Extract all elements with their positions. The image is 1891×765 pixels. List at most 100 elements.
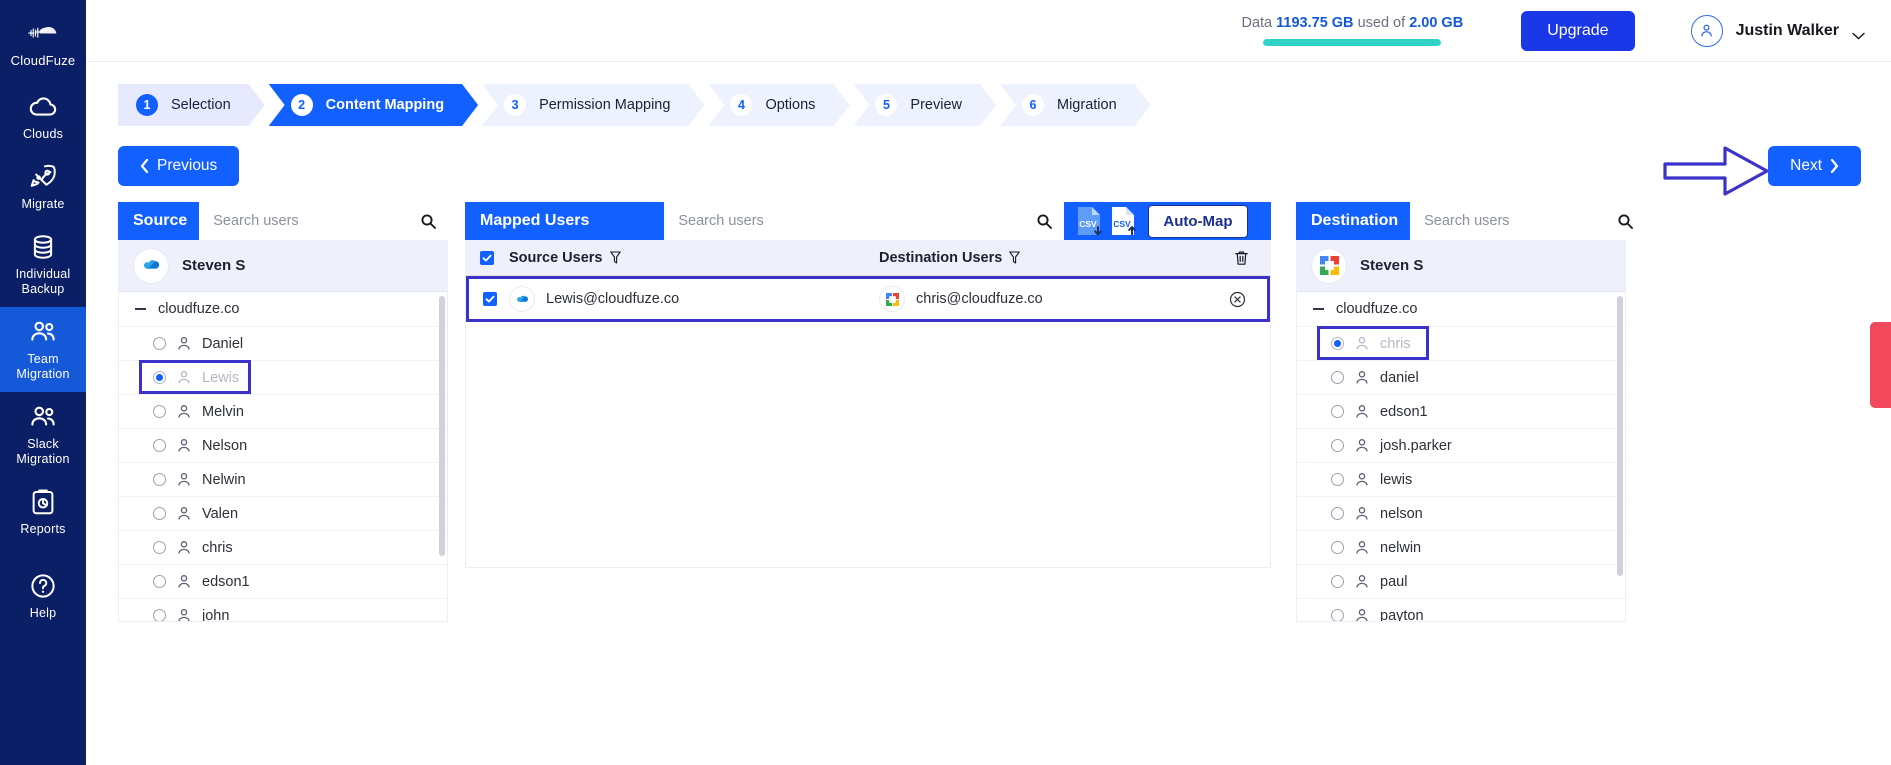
step-permission-mapping[interactable]: 3 Permission Mapping xyxy=(482,84,704,126)
radio-button[interactable] xyxy=(1331,337,1344,350)
destination-scrollbar[interactable] xyxy=(1617,296,1623,576)
source-user-row-john[interactable]: john xyxy=(119,598,447,621)
destination-user-row-chris[interactable]: chris xyxy=(1297,326,1625,360)
search-icon[interactable] xyxy=(420,213,436,229)
destination-user-row-paul[interactable]: paul xyxy=(1297,564,1625,598)
select-all-checkbox[interactable] xyxy=(480,250,494,265)
source-search-input[interactable] xyxy=(213,213,414,229)
radio-button[interactable] xyxy=(1331,405,1344,418)
destination-user-row-nelson[interactable]: nelson xyxy=(1297,496,1625,530)
radio-button[interactable] xyxy=(1331,507,1344,520)
source-tree-root[interactable]: cloudfuze.co xyxy=(119,292,447,326)
destination-user-row-edson1[interactable]: edson1 xyxy=(1297,394,1625,428)
sidebar-item-migrate[interactable]: Migrate xyxy=(0,152,86,222)
step-migration[interactable]: 6 Migration xyxy=(1000,84,1151,126)
sidebar: CloudFuze Clouds Migrate Individual Back… xyxy=(0,0,86,765)
collapse-minus-icon[interactable] xyxy=(1313,308,1324,310)
radio-button[interactable] xyxy=(153,575,166,588)
destination-user-row-nelwin[interactable]: nelwin xyxy=(1297,530,1625,564)
radio-button[interactable] xyxy=(1331,371,1344,384)
search-icon[interactable] xyxy=(1617,213,1634,229)
radio-button[interactable] xyxy=(153,609,166,621)
radio-button[interactable] xyxy=(153,405,166,418)
destination-user-row-payton[interactable]: payton xyxy=(1297,598,1625,621)
sidebar-item-individual-backup[interactable]: Individual Backup xyxy=(0,222,86,307)
sidebar-item-reports[interactable]: Reports xyxy=(0,477,86,547)
mapped-search-box[interactable] xyxy=(664,202,1065,240)
row-checkbox[interactable] xyxy=(482,292,497,306)
step-content-mapping[interactable]: 2 Content Mapping xyxy=(269,84,478,126)
person-icon xyxy=(1355,506,1369,521)
source-user-row-lewis[interactable]: Lewis xyxy=(119,360,447,394)
previous-button[interactable]: Previous xyxy=(118,146,240,186)
sidebar-brand[interactable]: CloudFuze xyxy=(0,8,86,82)
step-selection[interactable]: 1 Selection xyxy=(118,84,265,126)
source-user-tree: cloudfuze.co Daniel Lewis Melvin Nelson … xyxy=(118,292,448,622)
csv-upload-icon[interactable]: CSV xyxy=(1108,205,1138,237)
filter-icon[interactable] xyxy=(609,251,621,264)
destination-search-box[interactable] xyxy=(1410,202,1646,240)
feedback-side-tab[interactable] xyxy=(1870,322,1891,408)
radio-button[interactable] xyxy=(153,439,166,452)
mapping-panels: Source Search users Steven S cloudfuze.c… xyxy=(86,202,1891,622)
step-preview[interactable]: 5 Preview xyxy=(853,84,996,126)
destination-user-row-daniel[interactable]: daniel xyxy=(1297,360,1625,394)
auto-map-button[interactable]: Auto-Map xyxy=(1148,204,1248,238)
radio-button[interactable] xyxy=(1331,541,1344,554)
cloud-icon xyxy=(28,92,58,122)
source-user-row-daniel[interactable]: Daniel xyxy=(119,326,447,360)
source-scrollbar[interactable] xyxy=(439,296,445,556)
radio-button[interactable] xyxy=(153,473,166,486)
radio-button[interactable] xyxy=(1331,609,1344,621)
sidebar-item-team-migration[interactable]: Team Migration xyxy=(0,307,86,392)
radio-button[interactable] xyxy=(1331,575,1344,588)
main-content: Data 1193.75 GB used of 2.00 GB Upgrade xyxy=(86,0,1891,765)
quota-total: 2.00 GB xyxy=(1409,15,1464,31)
trash-icon[interactable] xyxy=(1234,250,1249,266)
radio-button[interactable] xyxy=(153,371,166,384)
remove-mapping-icon[interactable] xyxy=(1229,291,1246,308)
sidebar-item-clouds[interactable]: Clouds xyxy=(0,82,86,152)
row-action-cell xyxy=(1207,291,1267,308)
mapped-table-header: Source Users Destination Users xyxy=(465,240,1271,276)
source-user-row-valen[interactable]: Valen xyxy=(119,496,447,530)
next-button[interactable]: Next xyxy=(1768,146,1861,186)
sidebar-item-help[interactable]: Help xyxy=(0,561,86,631)
destination-search-input[interactable] xyxy=(1424,213,1612,229)
select-all-cell xyxy=(465,250,509,265)
radio-button[interactable] xyxy=(153,337,166,350)
sidebar-item-slack-migration[interactable]: Slack Migration xyxy=(0,392,86,477)
destination-user-row-josh-parker[interactable]: josh.parker xyxy=(1297,428,1625,462)
step-number: 6 xyxy=(1022,94,1044,116)
radio-button[interactable] xyxy=(1331,439,1344,452)
source-user-row-nelwin[interactable]: Nelwin xyxy=(119,462,447,496)
source-search-box[interactable] xyxy=(199,202,448,240)
source-user-row-edson1[interactable]: edson1 xyxy=(119,564,447,598)
csv-actions-group: CSV CSV xyxy=(1064,205,1148,237)
source-user-row-chris[interactable]: chris xyxy=(119,530,447,564)
step-options[interactable]: 4 Options xyxy=(708,84,849,126)
destination-user-label: paul xyxy=(1380,573,1408,590)
radio-button[interactable] xyxy=(1331,473,1344,486)
table-row[interactable]: Lewis@cloudfuze.co chris@cloudfuze.co xyxy=(466,276,1270,322)
search-icon[interactable] xyxy=(1036,213,1053,229)
filter-icon[interactable] xyxy=(1009,251,1021,264)
avatar xyxy=(1690,14,1723,47)
destination-user-row-lewis[interactable]: lewis xyxy=(1297,462,1625,496)
mapped-search-input[interactable] xyxy=(678,213,1031,229)
step-label: Selection xyxy=(171,97,231,113)
collapse-minus-icon[interactable] xyxy=(135,308,146,310)
destination-tree-root[interactable]: cloudfuze.co xyxy=(1297,292,1625,326)
radio-button[interactable] xyxy=(153,507,166,520)
source-user-label: Nelwin xyxy=(202,471,246,488)
source-user-row-nelson[interactable]: Nelson xyxy=(119,428,447,462)
user-profile-menu[interactable]: Justin Walker xyxy=(1690,14,1865,47)
csv-download-icon[interactable]: CSV xyxy=(1074,205,1104,237)
column-label-source: Source Users xyxy=(509,249,603,266)
sidebar-item-label: Reports xyxy=(20,522,66,536)
radio-button[interactable] xyxy=(153,541,166,554)
upgrade-button[interactable]: Upgrade xyxy=(1521,10,1635,51)
source-user-row-melvin[interactable]: Melvin xyxy=(119,394,447,428)
destination-owner-row: Steven S xyxy=(1296,240,1626,292)
person-icon xyxy=(177,506,191,521)
